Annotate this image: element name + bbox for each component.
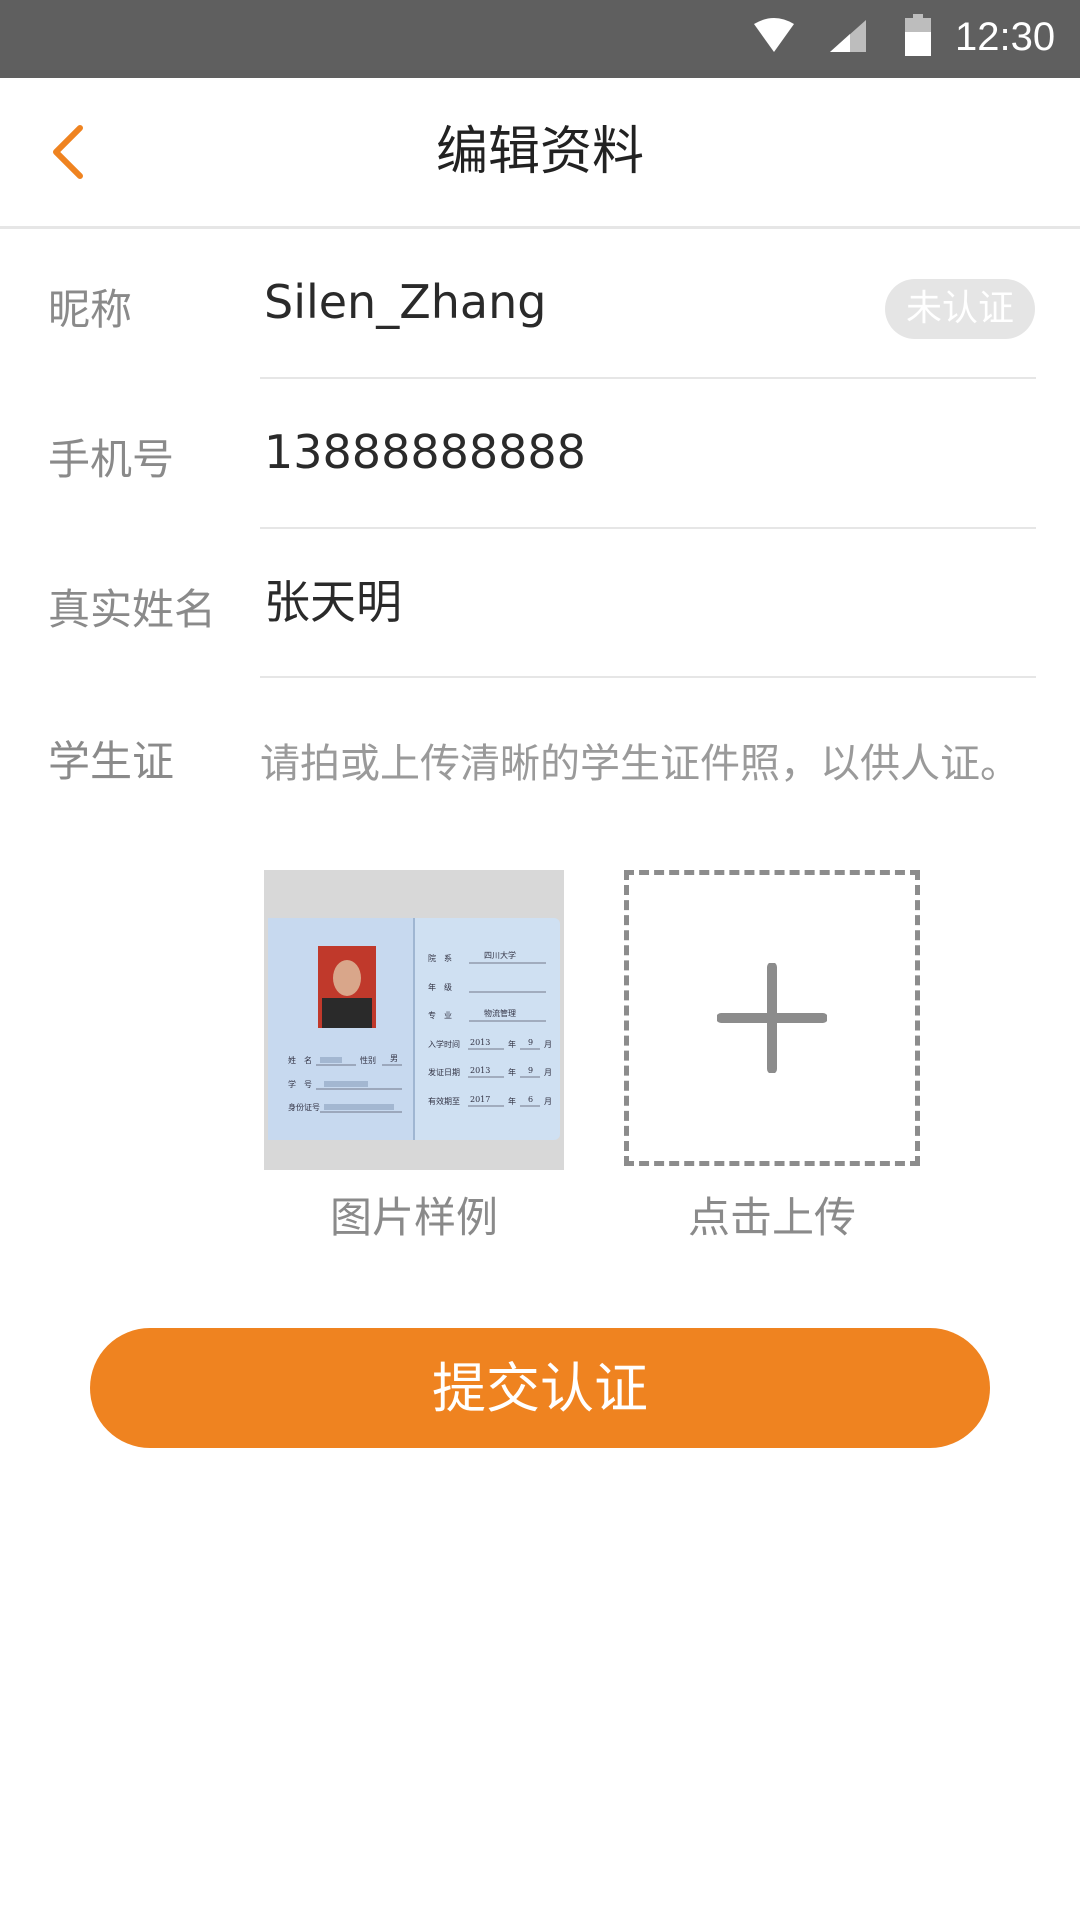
divider: [260, 377, 1036, 379]
card-grade-label: 年 级: [428, 982, 452, 992]
card-issue-year: 2013: [470, 1066, 490, 1075]
student-card-sample-image: 院 系 四川大学 年 级 专 业 物流管理 入学时间 2013 年 9 月 发证…: [264, 870, 564, 1170]
card-gender-label: 性别: [360, 1055, 376, 1065]
card-faculty-label: 院 系: [428, 953, 452, 963]
divider: [260, 676, 1036, 678]
card-issue-month: 9: [528, 1066, 533, 1075]
card-month-unit: 月: [544, 1040, 552, 1049]
card-year-unit: 年: [508, 1067, 516, 1077]
sample-caption: 图片样例: [329, 1193, 498, 1242]
real-name-value[interactable]: 张天明: [264, 572, 402, 632]
page-title: 编辑资料: [435, 122, 644, 182]
upload-caption[interactable]: 点击上传: [624, 1190, 920, 1246]
status-bar: 12:30: [0, 0, 1080, 78]
card-valid-year: 2017: [470, 1095, 490, 1104]
card-major-label: 专 业: [428, 1010, 452, 1020]
battery-icon: [905, 14, 931, 56]
phone-label: 手机号: [48, 435, 175, 484]
wifi-icon: [754, 18, 794, 52]
card-major-value: 物流管理: [484, 1008, 516, 1018]
card-month-unit: 月: [544, 1068, 552, 1077]
card-name-label: 姓 名: [288, 1055, 312, 1065]
card-valid-label: 有效期至: [428, 1096, 460, 1106]
unverified-badge: 未认证: [885, 279, 1035, 339]
card-year-unit: 年: [508, 1096, 516, 1106]
phone-value[interactable]: 13888888888: [264, 422, 586, 482]
card-month-unit: 月: [544, 1097, 552, 1106]
card-enroll-year: 2013: [470, 1038, 490, 1047]
card-valid-month: 6: [528, 1095, 533, 1104]
divider: [260, 527, 1036, 529]
card-student-no-label: 学 号: [288, 1079, 312, 1089]
card-year-unit: 年: [508, 1039, 516, 1049]
title-bar: 编辑资料: [0, 78, 1080, 229]
card-issue-label: 发证日期: [428, 1067, 460, 1077]
card-idcard-label: 身份证号: [288, 1102, 320, 1112]
nickname-label: 昵称: [48, 285, 133, 334]
nickname-value[interactable]: Silen_Zhang: [264, 272, 546, 332]
signal-icon: [830, 20, 866, 52]
submit-verification-button[interactable]: 提交认证: [90, 1328, 990, 1448]
status-time: 12:30: [955, 15, 1056, 59]
plus-icon: [717, 963, 827, 1073]
card-enroll-label: 入学时间: [428, 1039, 460, 1049]
upload-photo-button[interactable]: [624, 870, 920, 1166]
student-card-illustration: 院 系 四川大学 年 级 专 业 物流管理 入学时间 2013 年 9 月 发证…: [268, 918, 560, 1140]
card-gender-value: 男: [390, 1054, 398, 1063]
student-id-hint: 请拍或上传清晰的学生证件照，以供人证。: [260, 741, 1020, 787]
card-faculty-value: 四川大学: [484, 950, 516, 960]
student-id-label: 学生证: [48, 737, 175, 786]
card-enroll-month: 9: [528, 1038, 533, 1047]
real-name-label: 真实姓名: [48, 585, 217, 634]
